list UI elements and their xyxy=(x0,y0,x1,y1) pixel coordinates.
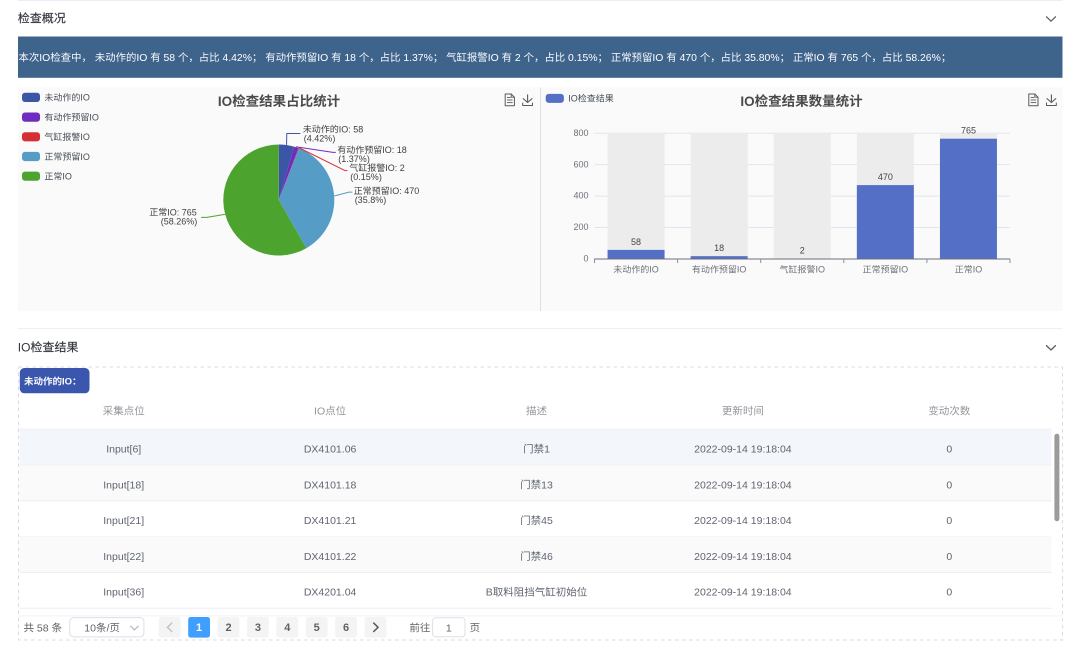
svg-text:45: 45 xyxy=(541,515,553,527)
svg-text:5: 5 xyxy=(314,622,320,634)
svg-text:470: 470 xyxy=(404,186,419,196)
svg-text:IO: IO xyxy=(568,94,578,104)
svg-text:1: 1 xyxy=(446,622,452,634)
svg-text:DX4101.21: DX4101.21 xyxy=(304,515,357,527)
svg-text:2: 2 xyxy=(400,163,405,173)
svg-text:Input[21]: Input[21] xyxy=(103,515,144,527)
svg-text:2022-09-14: 2022-09-14 xyxy=(694,587,748,599)
svg-text:35.80%: 35.80% xyxy=(744,53,779,64)
svg-text:18: 18 xyxy=(397,145,407,155)
svg-text:IO:: IO: xyxy=(382,145,394,155)
svg-text:18: 18 xyxy=(714,243,724,253)
svg-text:0: 0 xyxy=(583,254,588,264)
svg-text:IO:: IO: xyxy=(339,124,351,134)
svg-text:18: 18 xyxy=(344,53,356,64)
svg-text:IO: IO xyxy=(80,93,90,103)
svg-text:400: 400 xyxy=(573,191,588,201)
svg-text:DX4201.04: DX4201.04 xyxy=(304,587,357,599)
svg-text:IO: IO xyxy=(314,406,325,418)
svg-text:IO:: IO: xyxy=(385,163,397,173)
svg-text:2022-09-14: 2022-09-14 xyxy=(694,551,748,563)
svg-text:DX4101.22: DX4101.22 xyxy=(304,551,357,563)
svg-text:IO: IO xyxy=(18,340,31,354)
svg-text:IO: IO xyxy=(136,53,147,64)
svg-text:58: 58 xyxy=(164,53,176,64)
svg-text:DX4101.18: DX4101.18 xyxy=(304,479,357,491)
svg-text:IO: IO xyxy=(317,53,328,64)
svg-text:IO: IO xyxy=(737,265,747,275)
svg-text:13: 13 xyxy=(541,479,553,491)
svg-text:IO:: IO: xyxy=(390,186,402,196)
svg-text:IO: IO xyxy=(652,53,663,64)
svg-text:0: 0 xyxy=(946,515,952,527)
svg-text:2022-09-14: 2022-09-14 xyxy=(694,515,748,527)
svg-text:Input[36]: Input[36] xyxy=(103,587,144,599)
svg-text:800: 800 xyxy=(573,128,588,138)
svg-text:0: 0 xyxy=(946,587,952,599)
svg-text:IO: IO xyxy=(39,53,50,64)
svg-text:IO: IO xyxy=(80,132,90,142)
svg-text:(4.42%): (4.42%) xyxy=(304,134,336,144)
svg-text:19:18:04: 19:18:04 xyxy=(751,479,792,491)
svg-text:(58.26%): (58.26%) xyxy=(161,217,198,227)
svg-text:Input[6]: Input[6] xyxy=(106,444,141,456)
svg-text:(35.8%): (35.8%) xyxy=(355,195,387,205)
svg-text:10: 10 xyxy=(84,622,96,634)
svg-text:58: 58 xyxy=(37,622,49,634)
svg-text:0: 0 xyxy=(946,551,952,563)
svg-text:470: 470 xyxy=(680,53,698,64)
svg-text:6: 6 xyxy=(343,622,349,634)
svg-text:2: 2 xyxy=(225,622,231,634)
svg-text:DX4101.06: DX4101.06 xyxy=(304,444,357,456)
svg-text:IO: IO xyxy=(816,265,826,275)
svg-text:765: 765 xyxy=(841,53,859,64)
svg-text:200: 200 xyxy=(573,222,588,232)
svg-text:/: / xyxy=(106,622,109,634)
svg-text:Input[18]: Input[18] xyxy=(103,479,144,491)
svg-text:IO: IO xyxy=(62,377,72,388)
svg-text:IO: IO xyxy=(649,265,659,275)
svg-text:1: 1 xyxy=(544,444,550,456)
svg-text:19:18:04: 19:18:04 xyxy=(751,551,792,563)
svg-text:0: 0 xyxy=(946,479,952,491)
svg-text:IO: IO xyxy=(62,172,72,182)
svg-text:IO: IO xyxy=(740,94,754,109)
svg-text:470: 470 xyxy=(878,172,893,182)
svg-text:58.26%: 58.26% xyxy=(906,53,941,64)
svg-text:0: 0 xyxy=(946,444,952,456)
svg-text:IO: IO xyxy=(89,112,99,122)
svg-text:4.42%: 4.42% xyxy=(222,53,251,64)
svg-text:19:18:04: 19:18:04 xyxy=(751,444,792,456)
svg-text:3: 3 xyxy=(255,622,261,634)
svg-text:19:18:04: 19:18:04 xyxy=(751,587,792,599)
svg-text:1.37%: 1.37% xyxy=(403,53,432,64)
svg-text:IO: IO xyxy=(80,152,90,162)
svg-text:(0.15%): (0.15%) xyxy=(350,172,382,182)
svg-text:IO: IO xyxy=(488,53,499,64)
svg-text:B: B xyxy=(486,587,493,599)
svg-text:IO: IO xyxy=(973,265,983,275)
svg-text:IO: IO xyxy=(218,94,232,109)
svg-text:0.15%: 0.15% xyxy=(568,53,597,64)
svg-text:58: 58 xyxy=(353,124,363,134)
svg-text:IO: IO xyxy=(814,53,825,64)
svg-text:(1.37%): (1.37%) xyxy=(338,154,370,164)
svg-text:58: 58 xyxy=(631,237,641,247)
svg-text:46: 46 xyxy=(541,551,553,563)
svg-text:765: 765 xyxy=(961,126,976,136)
svg-text:2: 2 xyxy=(515,53,521,64)
svg-text:4: 4 xyxy=(284,622,291,634)
svg-text:Input[22]: Input[22] xyxy=(103,551,144,563)
svg-text:600: 600 xyxy=(573,159,588,169)
svg-text:2: 2 xyxy=(800,246,805,256)
svg-text:1: 1 xyxy=(196,622,202,634)
svg-text:2022-09-14: 2022-09-14 xyxy=(694,479,748,491)
svg-text:2022-09-14: 2022-09-14 xyxy=(694,444,748,456)
svg-text:IO: IO xyxy=(899,265,909,275)
svg-text:19:18:04: 19:18:04 xyxy=(751,515,792,527)
